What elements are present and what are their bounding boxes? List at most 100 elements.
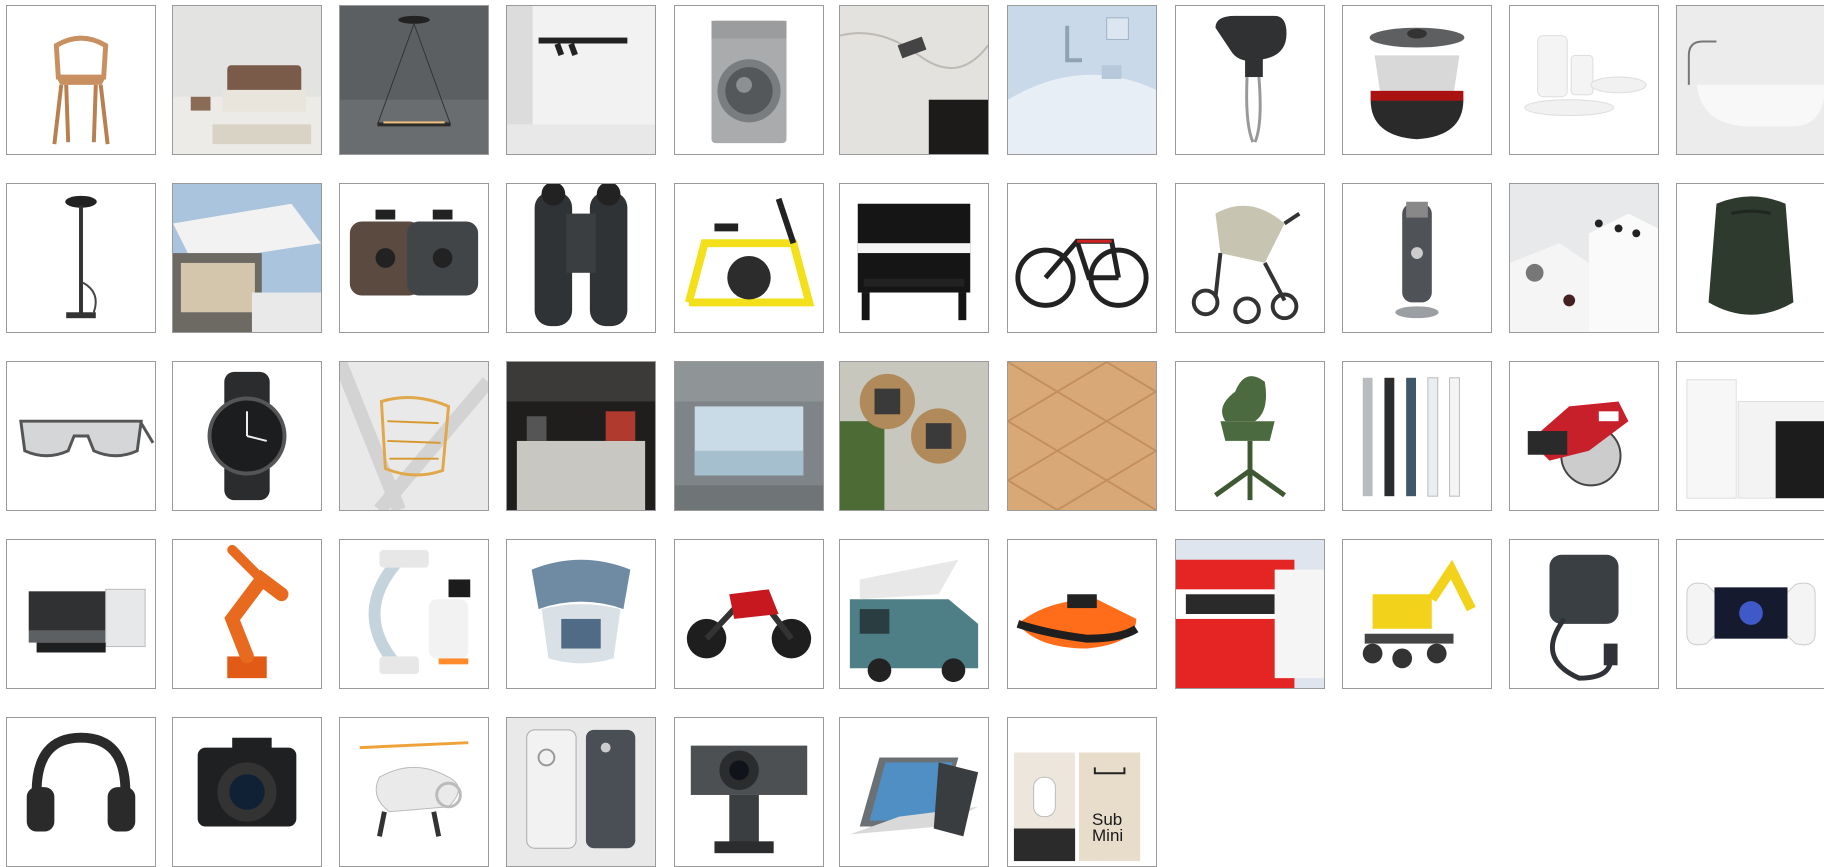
window-room-tile[interactable] bbox=[674, 361, 824, 511]
trimmer-tile[interactable] bbox=[1342, 183, 1492, 333]
bag-pair-tile[interactable] bbox=[339, 183, 489, 333]
track-spotlight-icon bbox=[507, 6, 655, 154]
watch-icon bbox=[173, 362, 321, 510]
glasses-icon bbox=[7, 362, 155, 510]
bicycle-icon bbox=[1008, 184, 1156, 332]
bathtub-icon bbox=[1677, 6, 1824, 154]
washbasin-faucet-tile[interactable] bbox=[1007, 5, 1157, 155]
green-chair-tile[interactable] bbox=[1175, 361, 1325, 511]
washing-machine-icon bbox=[675, 6, 823, 154]
pens-tile[interactable] bbox=[1342, 361, 1492, 511]
marble-kitchen-tile[interactable] bbox=[839, 5, 989, 155]
sunglasses-tile[interactable] bbox=[6, 361, 156, 511]
shower-system-tile[interactable] bbox=[6, 183, 156, 333]
drone-tile[interactable] bbox=[339, 717, 489, 867]
display-steps-icon bbox=[1510, 184, 1658, 332]
drone-icon bbox=[340, 718, 488, 866]
backpack-tile[interactable] bbox=[1676, 183, 1824, 333]
phone-tile[interactable] bbox=[506, 717, 656, 867]
piano-tile[interactable] bbox=[839, 183, 989, 333]
camera-tile[interactable] bbox=[172, 717, 322, 867]
store-interior-tile[interactable] bbox=[506, 361, 656, 511]
cookware-pot-tile[interactable] bbox=[1342, 5, 1492, 155]
ev-charger-tile[interactable] bbox=[1509, 539, 1659, 689]
tableware-icon bbox=[1510, 6, 1658, 154]
wooden-chair-icon bbox=[7, 6, 155, 154]
c-arm-xray-tile[interactable] bbox=[339, 539, 489, 689]
stroller-tile[interactable] bbox=[1175, 183, 1325, 333]
tram-icon bbox=[1176, 540, 1324, 688]
camper-van-tile[interactable] bbox=[839, 539, 989, 689]
pens-icon bbox=[1343, 362, 1491, 510]
bathtub-tile[interactable] bbox=[1676, 5, 1824, 155]
heat-pump-icon bbox=[1677, 362, 1824, 510]
motorcycle-icon bbox=[675, 540, 823, 688]
plaza-aerial-tile[interactable] bbox=[839, 361, 989, 511]
circular-saw-icon bbox=[1510, 362, 1658, 510]
smartphone-icon bbox=[507, 718, 655, 866]
office-chair-icon bbox=[1176, 362, 1324, 510]
webcam-tile[interactable] bbox=[674, 717, 824, 867]
store-interior-icon bbox=[507, 362, 655, 510]
printer-icon bbox=[7, 540, 155, 688]
hand-mixer-tile[interactable] bbox=[1175, 5, 1325, 155]
webcam-icon bbox=[675, 718, 823, 866]
laptop-icon bbox=[840, 718, 988, 866]
bed-tile[interactable] bbox=[172, 5, 322, 155]
pendant-lamp-icon bbox=[340, 6, 488, 154]
tram-tile[interactable] bbox=[1175, 539, 1325, 689]
stroller-icon bbox=[1176, 184, 1324, 332]
chair-tile[interactable] bbox=[6, 5, 156, 155]
marble-countertop-icon bbox=[840, 6, 988, 154]
jet-ski-tile[interactable] bbox=[1007, 539, 1157, 689]
wristwatch-tile[interactable] bbox=[172, 361, 322, 511]
headphones-icon bbox=[7, 718, 155, 866]
tile-label: Sub Mini bbox=[1092, 810, 1124, 845]
printer-tile[interactable] bbox=[6, 539, 156, 689]
binoculars-tile[interactable] bbox=[506, 183, 656, 333]
panorama-window-icon bbox=[675, 362, 823, 510]
bags-icon bbox=[340, 184, 488, 332]
exercise-bike-icon bbox=[675, 184, 823, 332]
wood-pattern-tile[interactable] bbox=[1007, 361, 1157, 511]
sub-mini-tile[interactable]: Sub Mini bbox=[1007, 717, 1157, 867]
spotlight-track-tile[interactable] bbox=[506, 5, 656, 155]
wood-parquet-icon bbox=[1008, 362, 1156, 510]
road-bike-tile[interactable] bbox=[1007, 183, 1157, 333]
shower-icon bbox=[7, 184, 155, 332]
bed-icon bbox=[173, 6, 321, 154]
excavator-tile[interactable] bbox=[1342, 539, 1492, 689]
heat-pump-tile[interactable] bbox=[1676, 361, 1824, 511]
circular-saw-tile[interactable] bbox=[1509, 361, 1659, 511]
washing-machine-tile[interactable] bbox=[674, 5, 824, 155]
cuff-bracelet-icon bbox=[340, 362, 488, 510]
tableware-set-tile[interactable] bbox=[1509, 5, 1659, 155]
handheld-console-icon bbox=[1677, 540, 1824, 688]
jet-ski-icon bbox=[1008, 540, 1156, 688]
awning-house-icon bbox=[173, 184, 321, 332]
laptop-tile[interactable] bbox=[839, 717, 989, 867]
aerial-plaza-icon bbox=[840, 362, 988, 510]
speaker-box-icon bbox=[1008, 718, 1156, 866]
faucet-basin-icon bbox=[1008, 6, 1156, 154]
gold-cuff-tile[interactable] bbox=[339, 361, 489, 511]
product-grid: Sub Mini bbox=[0, 0, 1824, 867]
upright-piano-icon bbox=[840, 184, 988, 332]
exercise-bike-tile[interactable] bbox=[674, 183, 824, 333]
awning-terrace-tile[interactable] bbox=[172, 183, 322, 333]
camera-icon bbox=[173, 718, 321, 866]
game-handheld-tile[interactable] bbox=[1676, 539, 1824, 689]
neck-brace-icon bbox=[507, 540, 655, 688]
robot-arm-tile[interactable] bbox=[172, 539, 322, 689]
pendant-lamp-tile[interactable] bbox=[339, 5, 489, 155]
robot-arm-icon bbox=[173, 540, 321, 688]
beard-trimmer-icon bbox=[1343, 184, 1491, 332]
binoculars-icon bbox=[507, 184, 655, 332]
camper-van-icon bbox=[840, 540, 988, 688]
cooking-pot-icon bbox=[1343, 6, 1491, 154]
neck-brace-tile[interactable] bbox=[506, 539, 656, 689]
motorcycle-tile[interactable] bbox=[674, 539, 824, 689]
headphones-tile[interactable] bbox=[6, 717, 156, 867]
hand-mixer-icon bbox=[1176, 6, 1324, 154]
tiles-display-tile[interactable] bbox=[1509, 183, 1659, 333]
